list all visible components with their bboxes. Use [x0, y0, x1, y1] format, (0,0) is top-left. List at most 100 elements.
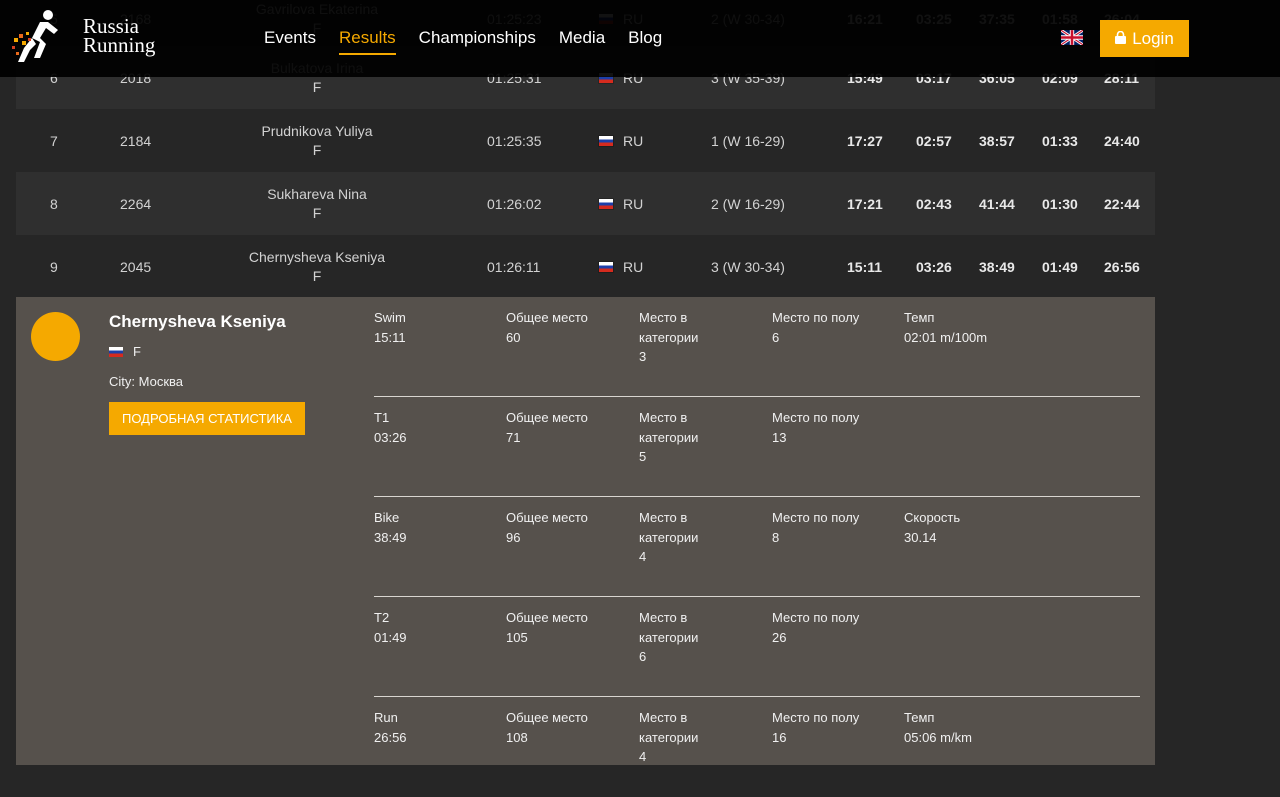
row-country-code: RU [623, 195, 644, 212]
nav-blog[interactable]: Blog [628, 28, 662, 55]
segment-block: Swim 15:11 Общее место 60 Место в категории 3 М… [374, 297, 1140, 397]
segment-overall: Общее место 105 [506, 608, 626, 647]
login-label: Login [1132, 28, 1174, 48]
row-athlete[interactable]: Chernysheva Kseniya F [206, 235, 428, 298]
table-row[interactable]: 9 2045 Chernysheva Kseniya F 01:26:11 RU 3 (W … [16, 235, 1155, 298]
row-run: 26:56 [1104, 258, 1140, 275]
athlete-meta: F [109, 344, 141, 359]
row-country: RU [599, 109, 659, 172]
category-value: 4 [639, 749, 647, 764]
row-run: 22:44 [1104, 195, 1140, 212]
segment-time: 26:56 [374, 729, 407, 745]
segment-overall: Общее место 71 [506, 408, 626, 447]
row-bike: 38:57 [979, 132, 1015, 149]
row-finish-time: 01:26:11 [487, 258, 541, 275]
row-place: 7 [50, 132, 58, 149]
category-label-2: категории [639, 529, 699, 545]
gender-label: Место по полу [772, 610, 860, 625]
login-button[interactable]: Login [1100, 20, 1189, 57]
logo-line-2: Running [83, 33, 156, 57]
nav-media[interactable]: Media [559, 28, 605, 55]
category-label-2: категории [639, 329, 699, 345]
extra-label: Темп [904, 710, 935, 725]
table-row[interactable]: 8 2264 Sukhareva Nina F 01:26:02 RU 2 (W 16-29… [16, 172, 1155, 235]
extra-value: 30.14 [904, 529, 937, 545]
nav-events[interactable]: Events [264, 28, 316, 55]
row-athlete-name: Sukhareva Nina [267, 185, 367, 202]
segment-gender: Место по полу 26 [772, 608, 892, 647]
row-place: 9 [50, 258, 58, 275]
row-t2: 01:30 [1042, 195, 1078, 212]
segment-block: T2 01:49 Общее место 105 Место в категории 6 Ме… [374, 597, 1140, 697]
ru-flag-icon [599, 261, 613, 272]
row-t1: 02:57 [916, 132, 952, 149]
overall-value: 71 [506, 429, 521, 445]
segment-time: 03:26 [374, 429, 407, 445]
extra-label: Темп [904, 310, 935, 325]
nav-championships[interactable]: Championships [419, 28, 536, 55]
overall-label: Общее место [506, 310, 588, 325]
extra-value: 05:06 m/km [904, 729, 972, 745]
gender-value: 8 [772, 529, 780, 545]
row-category: 2 (W 16-29) [711, 195, 785, 212]
row-athlete[interactable]: Prudnikova Yuliya F [206, 109, 428, 172]
segment-extra: Темп 02:01 m/100m [904, 308, 1054, 347]
athlete-detail-panel: Chernysheva Kseniya F City: Москва ПОДРО… [16, 297, 1155, 765]
segment-block: Bike 38:49 Общее место 96 Место в категории 4 М… [374, 497, 1140, 597]
gender-label: Место по полу [772, 710, 860, 725]
segment-overall: Общее место 96 [506, 508, 626, 547]
segment-name-time: T1 03:26 [374, 408, 494, 447]
segment-name: Swim [374, 310, 406, 325]
overall-label: Общее место [506, 410, 588, 425]
row-t2: 01:49 [1042, 258, 1078, 275]
row-athlete-gender: F [312, 267, 322, 284]
row-t1: 02:43 [916, 195, 952, 212]
row-finish-time: 01:26:02 [487, 195, 542, 212]
overall-label: Общее место [506, 610, 588, 625]
avatar [31, 312, 80, 361]
segment-time: 15:11 [374, 329, 406, 345]
segment-time: 01:49 [374, 629, 407, 645]
category-label-1: Место в [639, 610, 688, 625]
category-label-2: категории [639, 629, 699, 645]
row-finish-time: 01:25:35 [487, 132, 542, 149]
row-athlete-gender: F [312, 141, 322, 158]
row-athlete-gender: F [312, 78, 322, 95]
segment-name-time: Swim 15:11 [374, 308, 494, 347]
category-label-1: Место в [639, 410, 688, 425]
row-country-code: RU [623, 258, 644, 275]
row-athlete-name: Prudnikova Yuliya [261, 122, 373, 139]
gender-value: 26 [772, 629, 787, 645]
site-header: Russia Running Events Results Championsh… [0, 0, 1280, 77]
row-run: 24:40 [1104, 132, 1140, 149]
detailed-stats-button[interactable]: ПОДРОБНАЯ СТАТИСТИКА [109, 402, 305, 435]
row-country: RU [599, 172, 659, 235]
segment-block: T1 03:26 Общее место 71 Место в категории 5 Мес… [374, 397, 1140, 497]
extra-value: 02:01 m/100m [904, 329, 988, 345]
row-bib: 2264 [120, 195, 152, 212]
category-value: 3 [639, 349, 647, 364]
row-swim: 17:21 [847, 195, 883, 212]
table-row[interactable]: 7 2184 Prudnikova Yuliya F 01:25:35 RU 1 (W 16… [16, 109, 1155, 172]
athlete-city: City: Москва [109, 374, 183, 389]
segment-name: Bike [374, 510, 400, 525]
row-swim: 15:11 [847, 258, 883, 275]
athlete-name: Chernysheva Kseniya [109, 312, 286, 331]
uk-flag-icon[interactable] [1060, 28, 1084, 47]
segment-gender: Место по полу 8 [772, 508, 892, 547]
row-t2: 01:33 [1042, 132, 1078, 149]
row-bib: 2045 [120, 258, 152, 275]
segment-block: Run 26:56 Общее место 108 Место в категории 4 М… [374, 697, 1140, 797]
ru-flag-icon [109, 346, 123, 357]
segment-gender: Место по полу 16 [772, 708, 892, 747]
row-athlete-gender: F [312, 204, 322, 221]
row-athlete[interactable]: Sukhareva Nina F [206, 172, 428, 235]
overall-label: Общее место [506, 510, 588, 525]
logo-text[interactable]: Russia Running [83, 16, 156, 57]
nav-results[interactable]: Results [338, 28, 396, 55]
segment-name: T1 [374, 410, 390, 425]
overall-label: Общее место [506, 710, 588, 725]
runner-logo-icon[interactable] [10, 8, 64, 68]
category-label-2: категории [639, 429, 699, 445]
gender-label: Место по полу [772, 410, 860, 425]
